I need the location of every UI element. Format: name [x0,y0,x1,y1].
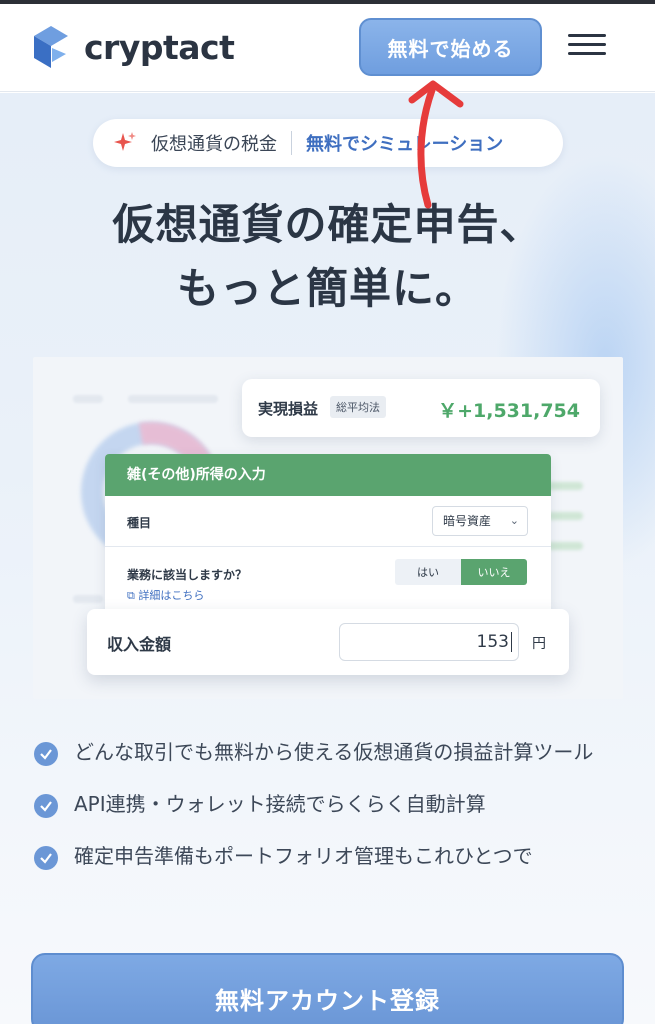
check-icon [34,846,58,870]
blur-deco [73,595,103,603]
app-preview-image: 実現損益 総平均法 ￥+1,531,754 雑(その他)所得の入力 種目 暗号資… [33,357,623,699]
headline-line-1: 仮想通貨の確定申告、 [112,200,543,249]
feature-text: どんな取引でも無料から使える仮想通貨の損益計算ツール [74,740,594,764]
blur-deco [128,395,218,403]
business-toggle: はい いいえ [395,559,527,585]
signup-button[interactable]: 無料アカウント登録 [31,953,624,1024]
detail-link-text: 詳細はこちら [138,589,205,602]
tax-simulation-pill[interactable]: 仮想通貨の税金 無料でシミュレーション [93,119,563,167]
cryptact-logo-icon [34,26,68,68]
start-free-button[interactable]: 無料で始める [359,18,542,76]
site-header: cryptact 無料で始める [0,4,655,92]
chevron-down-icon: ⌄ [509,514,519,527]
check-icon [34,794,58,818]
blur-deco [73,395,103,403]
form-divider [105,546,551,547]
feature-text: 確定申告準備もポートフォリオ管理もこれひとつで [74,844,533,868]
feature-text: API連携・ウォレット接続でらくらく自動計算 [74,792,486,816]
hero-headline: 仮想通貨の確定申告、 もっと簡単に。 [0,193,655,321]
average-method-badge: 総平均法 [330,396,386,418]
realized-pnl-value: ￥+1,531,754 [438,400,580,422]
check-icon [34,742,58,766]
type-select-value: 暗号資産 [443,514,492,528]
feature-item: どんな取引でも無料から使える仮想通貨の損益計算ツール [32,735,632,769]
headline-line-2: もっと簡単に。 [176,264,478,313]
copy-icon: ⧉ [127,589,139,602]
detail-link[interactable]: ⧉ 詳細はこちら [127,587,204,603]
feature-item: API連携・ウォレット接続でらくらく自動計算 [32,787,632,821]
pill-simulation-link[interactable]: 無料でシミュレーション [306,130,503,156]
text-caret [511,632,512,652]
yen-unit: 円 [532,636,546,652]
realized-pnl-label: 実現損益 [258,400,319,418]
type-label: 種目 [127,516,152,530]
business-question: 業務に該当しますか？ [127,568,248,582]
option-yes[interactable]: はい [395,559,461,585]
realized-pnl-card: 実現損益 総平均法 ￥+1,531,754 [242,379,600,437]
income-label: 収入金額 [107,635,172,654]
type-select[interactable]: 暗号資産 ⌄ [432,506,528,536]
income-value: 153 [476,632,509,652]
income-amount-card: 収入金額 153 円 [87,609,569,675]
misc-income-form: 雑(その他)所得の入力 種目 暗号資産 ⌄ 業務に該当しますか？ ⧉ 詳細はこち… [105,454,551,614]
pill-separator [291,131,292,155]
pill-left-text: 仮想通貨の税金 [151,134,277,155]
hero-section: 仮想通貨の税金 無料でシミュレーション 仮想通貨の確定申告、 もっと簡単に。 実… [0,93,655,1024]
logo-text: cryptact [84,27,235,67]
logo[interactable]: cryptact [32,24,235,70]
form-title: 雑(その他)所得の入力 [105,454,551,496]
hamburger-menu-icon[interactable] [568,34,606,60]
income-input[interactable]: 153 [339,623,519,661]
feature-list: どんな取引でも無料から使える仮想通貨の損益計算ツール API連携・ウォレット接続… [32,735,632,891]
option-no[interactable]: いいえ [461,559,527,585]
sparkle-icon [114,132,136,151]
feature-item: 確定申告準備もポートフォリオ管理もこれひとつで [32,839,632,873]
